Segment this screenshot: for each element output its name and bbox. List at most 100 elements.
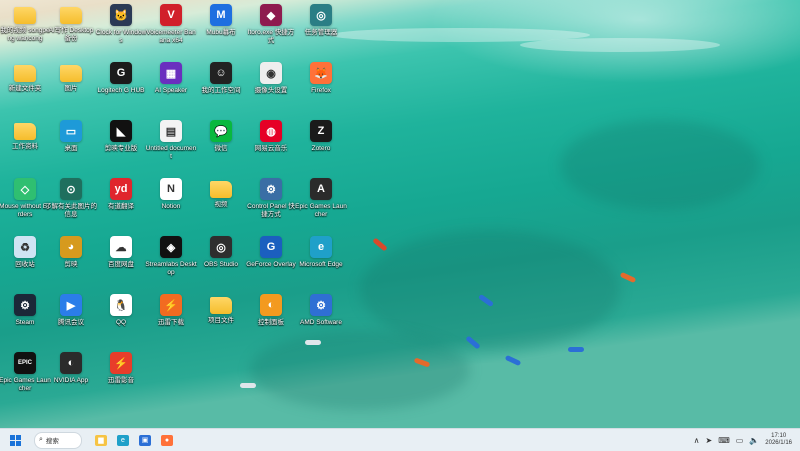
desktop-icon-grid: 我的视频 songpeng wancong AI写作 Desktop 备份 🐱 Clo… xyxy=(0,0,800,428)
desktop-shortcut[interactable]: ⚙ AMD Software xyxy=(296,292,346,346)
desktop-shortcut-label: 工作资料 xyxy=(12,143,38,150)
desktop-shortcut[interactable]: ☁ 百度网盘 xyxy=(96,234,146,288)
location-icon[interactable]: ➤ xyxy=(706,436,713,445)
folder-icon xyxy=(14,65,36,82)
desktop-shortcut-label: Epic Games Launcher xyxy=(295,203,347,218)
voicemeeter-icon: V xyxy=(160,4,182,26)
desktop-shortcut[interactable]: 🦊 Firefox xyxy=(296,60,346,114)
desktop-shortcut[interactable]: 图片 xyxy=(46,60,96,114)
netease-music-icon: ◍ xyxy=(260,120,282,142)
desktop-shortcut[interactable]: V Voicemeeter Banana x64 xyxy=(146,2,196,56)
desktop-shortcut[interactable]: M Mubu幕布 xyxy=(196,2,246,56)
desktop-shortcut[interactable]: ◣ 剪映专业版 xyxy=(96,118,146,172)
desktop-shortcut[interactable]: 项目文件 xyxy=(196,292,246,346)
desktop-shortcut-label: 迅雷影音 xyxy=(108,377,134,384)
desktop-shortcut[interactable]: ▦ AI Speaker xyxy=(146,60,196,114)
desktop-shortcut[interactable]: 🐧 QQ xyxy=(96,292,146,346)
search-box[interactable]: ⌕ 搜索 xyxy=(34,431,82,449)
desktop-shortcut[interactable]: ◆ Itoro.exe 快捷方式 xyxy=(246,2,296,56)
firefox-taskbar-button[interactable]: ● xyxy=(158,431,176,449)
desktop-shortcut[interactable]: ◍ 网易云音乐 xyxy=(246,118,296,172)
desktop-shortcut[interactable]: ▭ 桌面 xyxy=(46,118,96,172)
desktop-shortcut-label: Logitech G HUB xyxy=(97,87,145,94)
file-explorer-button[interactable]: ▆ xyxy=(92,431,110,449)
desktop-shortcut[interactable]: N Notion xyxy=(146,176,196,230)
desktop-shortcut[interactable]: 新建文件夹 xyxy=(0,60,50,114)
edge-taskbar-button[interactable]: e xyxy=(114,431,132,449)
desktop-shortcut[interactable]: ◎ OBS Studio xyxy=(196,234,246,288)
firefox-taskbar-icon: ● xyxy=(161,434,173,446)
folder-icon xyxy=(60,7,82,24)
system-tray: ∧ ➤ ⌨ ▭ 🔈 17:10 2026/1/16 xyxy=(694,429,800,451)
xunlei-icon: ⚡ xyxy=(160,294,182,316)
desktop-shortcut[interactable]: G Logitech G HUB xyxy=(96,60,146,114)
desktop-shortcut[interactable]: 工作资料 xyxy=(0,118,50,172)
desktop-shortcut-label: AI Speaker xyxy=(154,87,188,94)
desktop-shortcut[interactable]: 💬 微信 xyxy=(196,118,246,172)
desktop-shortcut[interactable]: G GeForce Overlay xyxy=(246,234,296,288)
start-button[interactable] xyxy=(6,431,24,449)
desktop-shortcut[interactable]: ◎ 任务管理器 xyxy=(296,2,346,56)
desktop-shortcut-label: OBS Studio xyxy=(204,261,238,268)
desktop-shortcut[interactable]: 我的视频 songpeng wancong xyxy=(0,2,50,56)
desktop-shortcut[interactable]: Z Zotero xyxy=(296,118,346,172)
desktop-shortcut[interactable]: ☺ 我的工作空间 xyxy=(196,60,246,114)
network-icon[interactable]: ▭ xyxy=(736,436,744,445)
desktop-shortcut[interactable]: ⚙ Control Panel 快捷方式 xyxy=(246,176,296,230)
desktop-shortcut[interactable]: ⚙ Steam xyxy=(0,292,50,346)
clock-time: 17:10 xyxy=(771,433,787,439)
chevron-up-icon[interactable]: ∧ xyxy=(694,436,700,445)
clock[interactable]: 17:10 2026/1/16 xyxy=(765,433,792,447)
desktop-shortcut[interactable]: ⚡ 迅雷下载 xyxy=(146,292,196,346)
windows-logo-icon xyxy=(9,434,21,446)
folder-icon xyxy=(210,181,232,198)
desktop-shortcut-label: AI写作 Desktop 备份 xyxy=(48,27,94,42)
desktop-shortcut[interactable]: ▶ 腾讯会议 xyxy=(46,292,96,346)
desktop-shortcut[interactable]: ⚡ 迅雷影音 xyxy=(96,350,146,404)
file-explorer-icon: ▆ xyxy=(95,434,107,446)
desktop-shortcut[interactable]: e Microsoft Edge xyxy=(296,234,346,288)
desktop-shortcut[interactable]: ▤ Untitled document xyxy=(146,118,196,172)
xunlei-player-icon: ⚡ xyxy=(110,352,132,374)
desktop-shortcut-label: Steam xyxy=(15,319,35,326)
pinned-apps: ▆ e ▣ ● xyxy=(88,431,176,449)
desktop-shortcut-label: 剪映 xyxy=(64,261,78,268)
desktop-shortcut-label: 我的视频 songpeng wancong xyxy=(0,27,50,42)
desktop-shortcut-label: 视频 xyxy=(214,201,228,208)
capcut-icon: ◣ xyxy=(110,120,132,142)
desktop-shortcut-label: 网易云音乐 xyxy=(254,145,288,152)
desktop-shortcut[interactable]: ◉ 摄像头设置 xyxy=(246,60,296,114)
desktop-shortcut-label: 了解有关此图片的信息 xyxy=(45,203,97,218)
desktop-shortcut-label: Notion xyxy=(161,203,181,210)
desktop-shortcut-label: Streamlabs Desktop xyxy=(145,261,197,276)
desktop-shortcut-label: QQ xyxy=(115,319,127,326)
desktop-shortcut-label: Zotero xyxy=(311,145,331,152)
mubu-icon: M xyxy=(210,4,232,26)
desktop-shortcut[interactable]: ◇ Mouse without Borders xyxy=(0,176,51,230)
desktop-shortcut-label: Control Panel 快捷方式 xyxy=(247,203,295,218)
desktop-shortcut[interactable]: yd 有道翻译 xyxy=(96,176,146,230)
desktop-shortcut-label: 任务管理器 xyxy=(304,29,338,36)
desktop-shortcut[interactable]: EPIC Epic Games Launcher xyxy=(0,350,51,404)
desktop-shortcut[interactable]: 视频 xyxy=(196,176,246,230)
store-taskbar-button[interactable]: ▣ xyxy=(136,431,154,449)
desktop-shortcut[interactable]: A Epic Games Launcher xyxy=(295,176,347,230)
desktop-shortcut[interactable]: ♻ 回收站 xyxy=(0,234,50,288)
desktop-shortcut-label: GeForce Overlay xyxy=(246,261,296,268)
gear-app-icon: ⚙ xyxy=(310,294,332,316)
desktop-shortcut[interactable]: ◐ 控制面板 xyxy=(246,292,296,346)
desktop-shortcut[interactable]: ◈ Streamlabs Desktop xyxy=(145,234,197,288)
volume-icon[interactable]: 🔈 xyxy=(749,436,759,445)
keyboard-icon[interactable]: ⌨ xyxy=(718,436,730,445)
desktop-shortcut-label: 百度网盘 xyxy=(108,261,134,268)
desktop-shortcut[interactable]: 🐱 Clock for Windows xyxy=(96,2,146,56)
desktop-shortcut[interactable]: ◕ 剪映 xyxy=(46,234,96,288)
desktop-shortcut-label: 我的工作空间 xyxy=(201,87,241,94)
desktop-shortcut[interactable]: ◐ NVIDIA App xyxy=(46,350,96,404)
desktop-shortcut-label: 桌面 xyxy=(64,145,78,152)
desktop-shortcut-label: NVIDIA App xyxy=(53,377,89,384)
logitech-icon: G xyxy=(110,62,132,84)
info-icon: ⊙ xyxy=(60,178,82,200)
desktop-shortcut[interactable]: ⊙ 了解有关此图片的信息 xyxy=(45,176,97,230)
desktop-shortcut[interactable]: AI写作 Desktop 备份 xyxy=(46,2,96,56)
